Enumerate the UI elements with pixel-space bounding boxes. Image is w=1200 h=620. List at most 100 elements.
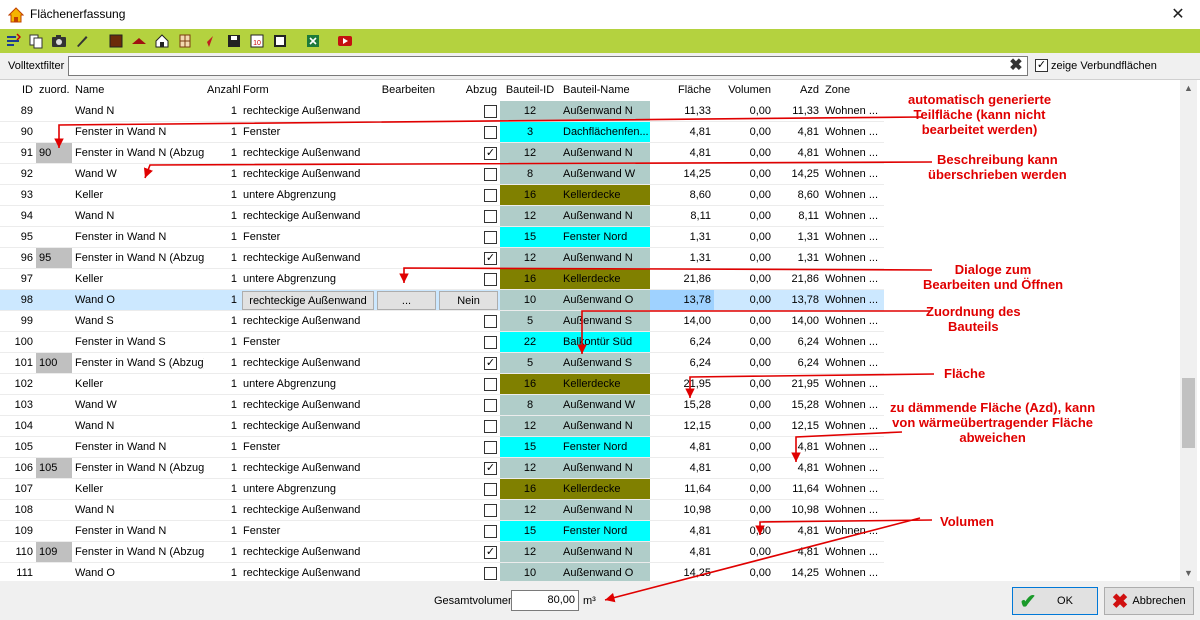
cell-anzahl[interactable]: 1 (204, 206, 240, 226)
cell-bauteil-id[interactable]: 8 (500, 395, 560, 415)
abzug-checkbox[interactable] (484, 441, 497, 454)
abzug-checkbox[interactable] (484, 315, 497, 328)
cell-zone[interactable]: Wohnen ... (822, 269, 884, 289)
fulltext-filter-input[interactable] (68, 56, 1028, 76)
cell-azd[interactable]: 12,15 (774, 416, 822, 436)
cell-bauteil-id[interactable]: 12 (500, 143, 560, 163)
cell-name[interactable]: Fenster in Wand N (72, 122, 204, 142)
cell-zone[interactable]: Wohnen ... (822, 290, 884, 310)
cell-bauteil-name[interactable]: Kellerdecke (560, 374, 650, 394)
cell-name[interactable]: Keller (72, 479, 204, 499)
cell-flaeche[interactable]: 6,24 (650, 332, 714, 352)
cell-azd[interactable]: 10,98 (774, 500, 822, 520)
cell-volumen[interactable]: 0,00 (714, 500, 774, 520)
cell-volumen[interactable]: 0,00 (714, 143, 774, 163)
cell-bauteil-name[interactable]: Außenwand N (560, 542, 650, 562)
cell-azd[interactable]: 1,31 (774, 227, 822, 247)
cell-form[interactable]: rechteckige Außenwand (240, 248, 376, 268)
cell-flaeche[interactable]: 4,81 (650, 143, 714, 163)
cell-anzahl[interactable]: 1 (204, 332, 240, 352)
cell-flaeche[interactable]: 4,81 (650, 458, 714, 478)
cell-bauteil-name[interactable]: Balkontür Süd (560, 332, 650, 352)
cell-zone[interactable]: Wohnen ... (822, 458, 884, 478)
cell-bauteil-id[interactable]: 12 (500, 500, 560, 520)
cell-form[interactable]: untere Abgrenzung (240, 269, 376, 289)
cell-azd[interactable]: 11,64 (774, 479, 822, 499)
cell-volumen[interactable]: 0,00 (714, 458, 774, 478)
cell-anzahl[interactable]: 1 (204, 227, 240, 247)
cell-anzahl[interactable]: 1 (204, 164, 240, 184)
camera-icon[interactable] (50, 32, 68, 50)
cell-azd[interactable]: 14,25 (774, 563, 822, 581)
col-header-form[interactable]: Form (240, 80, 376, 101)
cell-flaeche[interactable]: 10,98 (650, 500, 714, 520)
abzug-checkbox[interactable]: ✓ (484, 252, 497, 265)
cell-bauteil-name[interactable]: Dachflächenfen... (560, 122, 650, 142)
cell-name[interactable]: Fenster in Wand N (72, 521, 204, 541)
cell-azd[interactable]: 4,81 (774, 437, 822, 457)
cell-bauteil-name[interactable]: Kellerdecke (560, 479, 650, 499)
cell-bauteil-name[interactable]: Außenwand N (560, 143, 650, 163)
table-row[interactable]: 104 Wand N 1 rechteckige Außenwand 12 Außenwa… (0, 416, 884, 437)
cell-zone[interactable]: Wohnen ... (822, 101, 884, 121)
save-icon[interactable] (225, 32, 243, 50)
abzug-checkbox[interactable] (484, 483, 497, 496)
cell-zone[interactable]: Wohnen ... (822, 122, 884, 142)
cell-bauteil-id[interactable]: 5 (500, 311, 560, 331)
abzug-checkbox[interactable] (484, 378, 497, 391)
cell-flaeche[interactable]: 4,81 (650, 122, 714, 142)
cell-flaeche[interactable]: 1,31 (650, 248, 714, 268)
form-dropdown[interactable]: rechteckige Außenwand (242, 291, 374, 310)
cell-form[interactable]: untere Abgrenzung (240, 479, 376, 499)
cell-volumen[interactable]: 0,00 (714, 206, 774, 226)
cell-name[interactable]: Wand N (72, 416, 204, 436)
abzug-checkbox[interactable] (484, 189, 497, 202)
cell-form[interactable]: Fenster (240, 437, 376, 457)
cell-zone[interactable]: Wohnen ... (822, 185, 884, 205)
cell-volumen[interactable]: 0,00 (714, 395, 774, 415)
abzug-checkbox[interactable]: ✓ (484, 357, 497, 370)
cell-zone[interactable]: Wohnen ... (822, 437, 884, 457)
video-icon[interactable] (336, 32, 354, 50)
cell-azd[interactable]: 1,31 (774, 248, 822, 268)
show-verbund-checkbox[interactable]: ✓ (1035, 59, 1048, 72)
cell-bauteil-id[interactable]: 12 (500, 101, 560, 121)
cell-bauteil-id[interactable]: 10 (500, 563, 560, 581)
cell-azd[interactable]: 4,81 (774, 143, 822, 163)
cell-volumen[interactable]: 0,00 (714, 416, 774, 436)
cell-bauteil-id[interactable]: 3 (500, 122, 560, 142)
col-header-zone[interactable]: Zone (822, 80, 884, 101)
cell-name[interactable]: Keller (72, 269, 204, 289)
cell-flaeche[interactable]: 8,11 (650, 206, 714, 226)
cell-bauteil-id[interactable]: 12 (500, 416, 560, 436)
col-header-anzahl[interactable]: Anzahl (204, 80, 240, 101)
cell-flaeche[interactable]: 14,25 (650, 563, 714, 581)
cell-zone[interactable]: Wohnen ... (822, 500, 884, 520)
cell-name[interactable]: Fenster in Wand N (Abzug) (72, 542, 204, 562)
cell-azd[interactable]: 21,95 (774, 374, 822, 394)
cell-azd[interactable]: 4,81 (774, 521, 822, 541)
clear-filter-icon[interactable]: ✖ (1008, 58, 1024, 74)
abzug-checkbox[interactable] (484, 168, 497, 181)
cell-volumen[interactable]: 0,00 (714, 248, 774, 268)
cell-bauteil-id[interactable]: 12 (500, 542, 560, 562)
cell-zone[interactable]: Wohnen ... (822, 416, 884, 436)
cell-azd[interactable]: 8,11 (774, 206, 822, 226)
cell-form[interactable]: Fenster (240, 521, 376, 541)
cell-bauteil-id[interactable]: 16 (500, 374, 560, 394)
cell-name[interactable]: Fenster in Wand N (72, 227, 204, 247)
house-icon[interactable] (153, 32, 171, 50)
abzug-checkbox[interactable] (484, 399, 497, 412)
cell-flaeche[interactable]: 6,24 (650, 353, 714, 373)
cell-flaeche[interactable]: 4,81 (650, 521, 714, 541)
cell-azd[interactable]: 6,24 (774, 332, 822, 352)
table-row-selected[interactable]: 98 Wand O 1 rechteckige Außenwand... Nein 10 A… (0, 290, 884, 311)
cell-form[interactable]: rechteckige Außenwand (240, 542, 376, 562)
table-row[interactable]: 106 105 Fenster in Wand N (Abzug) 1 rechteck… (0, 458, 884, 479)
col-header-zuord[interactable]: zuord. (36, 80, 72, 101)
cell-flaeche[interactable]: 4,81 (650, 437, 714, 457)
cell-name[interactable]: Keller (72, 185, 204, 205)
cell-name[interactable]: Fenster in Wand N (Abzug) (72, 458, 204, 478)
table-row[interactable]: 105 Fenster in Wand N 1 Fenster 15 Fenster No… (0, 437, 884, 458)
cell-name[interactable]: Wand N (72, 101, 204, 121)
